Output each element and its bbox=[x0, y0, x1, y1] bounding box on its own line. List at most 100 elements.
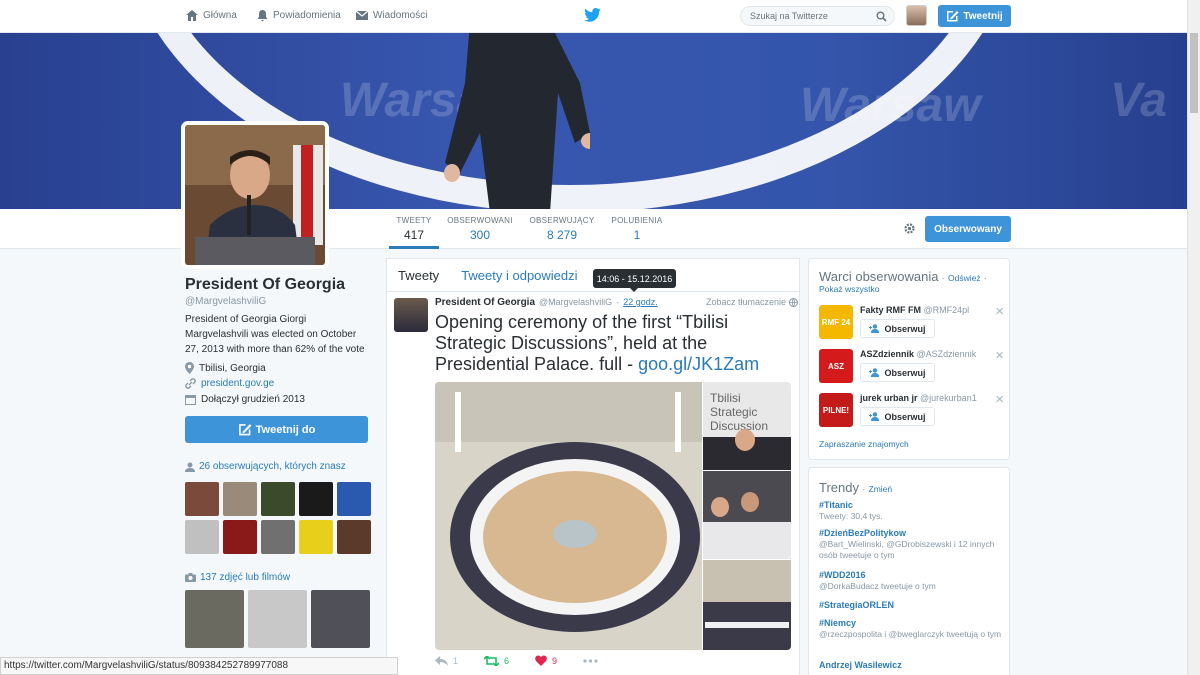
profile-website-link[interactable]: president.gov.ge bbox=[201, 378, 274, 389]
quill-icon bbox=[947, 11, 959, 22]
twitter-bird-icon[interactable] bbox=[584, 8, 601, 22]
tab-tweets[interactable]: Tweety bbox=[387, 268, 450, 283]
account-display-name: Fakty RMF FM bbox=[860, 305, 922, 315]
account-handle: @jurekurban1 bbox=[920, 393, 977, 403]
profile-avatar[interactable] bbox=[181, 121, 329, 269]
add-person-icon bbox=[869, 412, 880, 421]
photo-thumbnail[interactable] bbox=[311, 590, 370, 648]
who-to-follow-item: ASZ ASZdziennik @ASZdziennik Obserwuj ✕ bbox=[819, 349, 1004, 387]
change-trends-link[interactable]: Zmień bbox=[869, 484, 893, 494]
retweet-action[interactable]: 6 bbox=[484, 655, 510, 666]
account-logo[interactable]: RMF 24 bbox=[819, 305, 853, 339]
user-avatar[interactable] bbox=[906, 5, 927, 26]
mutual-follower-avatar[interactable] bbox=[223, 482, 257, 516]
add-person-icon bbox=[869, 368, 880, 377]
mutual-followers-link[interactable]: 26 obserwujących, których znasz bbox=[185, 461, 346, 472]
more-action[interactable] bbox=[583, 658, 598, 663]
account-logo[interactable]: PILNE! bbox=[819, 393, 853, 427]
media-banner-line-3: Discussion bbox=[710, 419, 768, 433]
search-placeholder: Szukaj na Twitterze bbox=[750, 11, 828, 21]
dismiss-icon[interactable]: ✕ bbox=[995, 349, 1004, 362]
compose-tweet-button[interactable]: Tweetnij bbox=[938, 5, 1011, 27]
mutual-follower-avatar[interactable] bbox=[299, 482, 333, 516]
trend-item[interactable]: #Niemcy @rzeczpospolita i @bweglarczyk tw… bbox=[819, 618, 1004, 640]
tweet-media[interactable]: Tbilisi Strategic Discussion bbox=[435, 382, 791, 650]
tab-tweets-replies[interactable]: Tweety i odpowiedzi bbox=[450, 268, 588, 283]
search-input[interactable]: Szukaj na Twitterze bbox=[740, 6, 895, 26]
account-name[interactable]: ASZdziennik @ASZdziennik bbox=[860, 349, 976, 359]
account-logo[interactable]: ASZ bbox=[819, 349, 853, 383]
tweet-link[interactable]: goo.gl/JK1Zam bbox=[638, 354, 759, 374]
reply-action[interactable]: 1 bbox=[435, 655, 458, 666]
mutual-follower-avatar[interactable] bbox=[185, 520, 219, 554]
trend-name[interactable]: #DzieńBezPolitykow bbox=[819, 528, 1004, 539]
nav-messages[interactable]: Wiadomości bbox=[355, 9, 427, 21]
link-icon bbox=[185, 378, 196, 389]
account-name[interactable]: jurek urban jr @jurekurban1 bbox=[860, 393, 977, 403]
tweet-photo-collage: Tbilisi Strategic Discussion bbox=[435, 382, 791, 650]
trend-name[interactable]: #WDD2016 bbox=[819, 570, 1004, 581]
mutual-follower-avatar[interactable] bbox=[261, 482, 295, 516]
photos-grid bbox=[185, 590, 370, 648]
account-name[interactable]: Fakty RMF FM @RMF24pl bbox=[860, 305, 969, 315]
scrollbar-thumb[interactable] bbox=[1190, 33, 1198, 113]
dismiss-icon[interactable]: ✕ bbox=[995, 305, 1004, 318]
tweet-timestamp[interactable]: 22 godz. bbox=[623, 297, 658, 307]
retweet-count: 6 bbox=[504, 655, 510, 666]
profile-joined-text: Dołączył grudzień 2013 bbox=[201, 394, 305, 405]
profile-nav-bar: TWEETY 417 OBSERWOWANI 300 OBSERWUJĄCY 8… bbox=[0, 209, 1187, 249]
trend-name[interactable]: #Niemcy bbox=[819, 618, 1004, 629]
follow-button[interactable]: Obserwuj bbox=[860, 407, 935, 426]
see-translation[interactable]: Zobacz tłumaczenie bbox=[706, 297, 799, 307]
stat-following[interactable]: OBSERWOWANI 300 bbox=[447, 216, 513, 242]
mutual-follower-avatar[interactable] bbox=[261, 520, 295, 554]
refresh-link[interactable]: Odśwież bbox=[948, 273, 981, 283]
gear-icon[interactable] bbox=[903, 222, 916, 235]
compose-tweet-label: Tweetnij bbox=[963, 10, 1003, 22]
quill-icon bbox=[238, 424, 252, 436]
dismiss-icon[interactable]: ✕ bbox=[995, 393, 1004, 406]
following-button[interactable]: Obserwowany bbox=[925, 216, 1011, 242]
mutual-follower-avatar[interactable] bbox=[185, 482, 219, 516]
photos-videos-link[interactable]: 137 zdjęć lub filmów bbox=[185, 572, 290, 583]
like-action[interactable]: 9 bbox=[535, 655, 557, 666]
trend-name[interactable]: #Titanic bbox=[819, 500, 1004, 511]
trend-item[interactable]: #Titanic Tweety: 30,4 tys. bbox=[819, 500, 1004, 522]
trend-name[interactable]: #StrategiaORLEN bbox=[819, 600, 1004, 611]
location-pin-icon bbox=[185, 362, 194, 374]
stat-tweets[interactable]: TWEETY 417 bbox=[389, 216, 439, 249]
tweet-author-handle[interactable]: @MargvelashviliG bbox=[539, 297, 612, 307]
nav-home[interactable]: Główna bbox=[185, 9, 237, 22]
photo-thumbnail[interactable] bbox=[248, 590, 307, 648]
mutual-follower-avatar[interactable] bbox=[299, 520, 333, 554]
profile-location: Tbilisi, Georgia bbox=[185, 362, 266, 374]
trend-item[interactable]: #StrategiaORLEN bbox=[819, 600, 1004, 611]
search-icon[interactable] bbox=[876, 11, 887, 22]
follow-button[interactable]: Obserwuj bbox=[860, 363, 935, 382]
trend-item[interactable]: #DzieńBezPolitykow @Bart_Wielinski, @GDro… bbox=[819, 528, 1004, 561]
page-scrollbar[interactable] bbox=[1187, 0, 1200, 675]
trend-item[interactable]: #WDD2016 @DorkaBudacz tweetuje o tym bbox=[819, 570, 1004, 592]
banner-word-3: Va bbox=[1110, 74, 1167, 127]
follow-button[interactable]: Obserwuj bbox=[860, 319, 935, 338]
invite-friends-link[interactable]: Zapraszanie znajomych bbox=[819, 439, 909, 449]
photo-thumbnail[interactable] bbox=[185, 590, 244, 648]
mutual-follower-avatar[interactable] bbox=[223, 520, 257, 554]
stat-followers[interactable]: OBSERWUJĄCY 8 279 bbox=[528, 216, 596, 242]
who-to-follow-card: Warci obserwowania · Odśwież · Pokaż wsz… bbox=[808, 258, 1010, 460]
stat-likes[interactable]: POLUBIENIA 1 bbox=[611, 216, 663, 242]
tweet-to-button[interactable]: Tweetnij do bbox=[185, 416, 368, 443]
home-icon bbox=[186, 10, 198, 21]
mutual-follower-avatar[interactable] bbox=[337, 482, 371, 516]
show-all-link[interactable]: Pokaż wszystko bbox=[819, 284, 879, 294]
profile-name[interactable]: President Of Georgia bbox=[185, 276, 345, 294]
trend-item[interactable]: Andrzej Wasilewicz bbox=[819, 660, 1004, 671]
nav-notifications[interactable]: Powiadomienia bbox=[256, 9, 341, 22]
mutual-follower-avatar[interactable] bbox=[337, 520, 371, 554]
stat-likes-label: POLUBIENIA bbox=[611, 216, 663, 225]
profile-handle[interactable]: @MargvelashviliG bbox=[185, 296, 266, 307]
trend-name[interactable]: Andrzej Wasilewicz bbox=[819, 660, 1004, 671]
tweet-author-avatar[interactable] bbox=[394, 298, 428, 332]
tweet-author-name[interactable]: President Of Georgia bbox=[435, 297, 535, 308]
trend-description: Tweety: 30,4 tys. bbox=[819, 511, 883, 521]
